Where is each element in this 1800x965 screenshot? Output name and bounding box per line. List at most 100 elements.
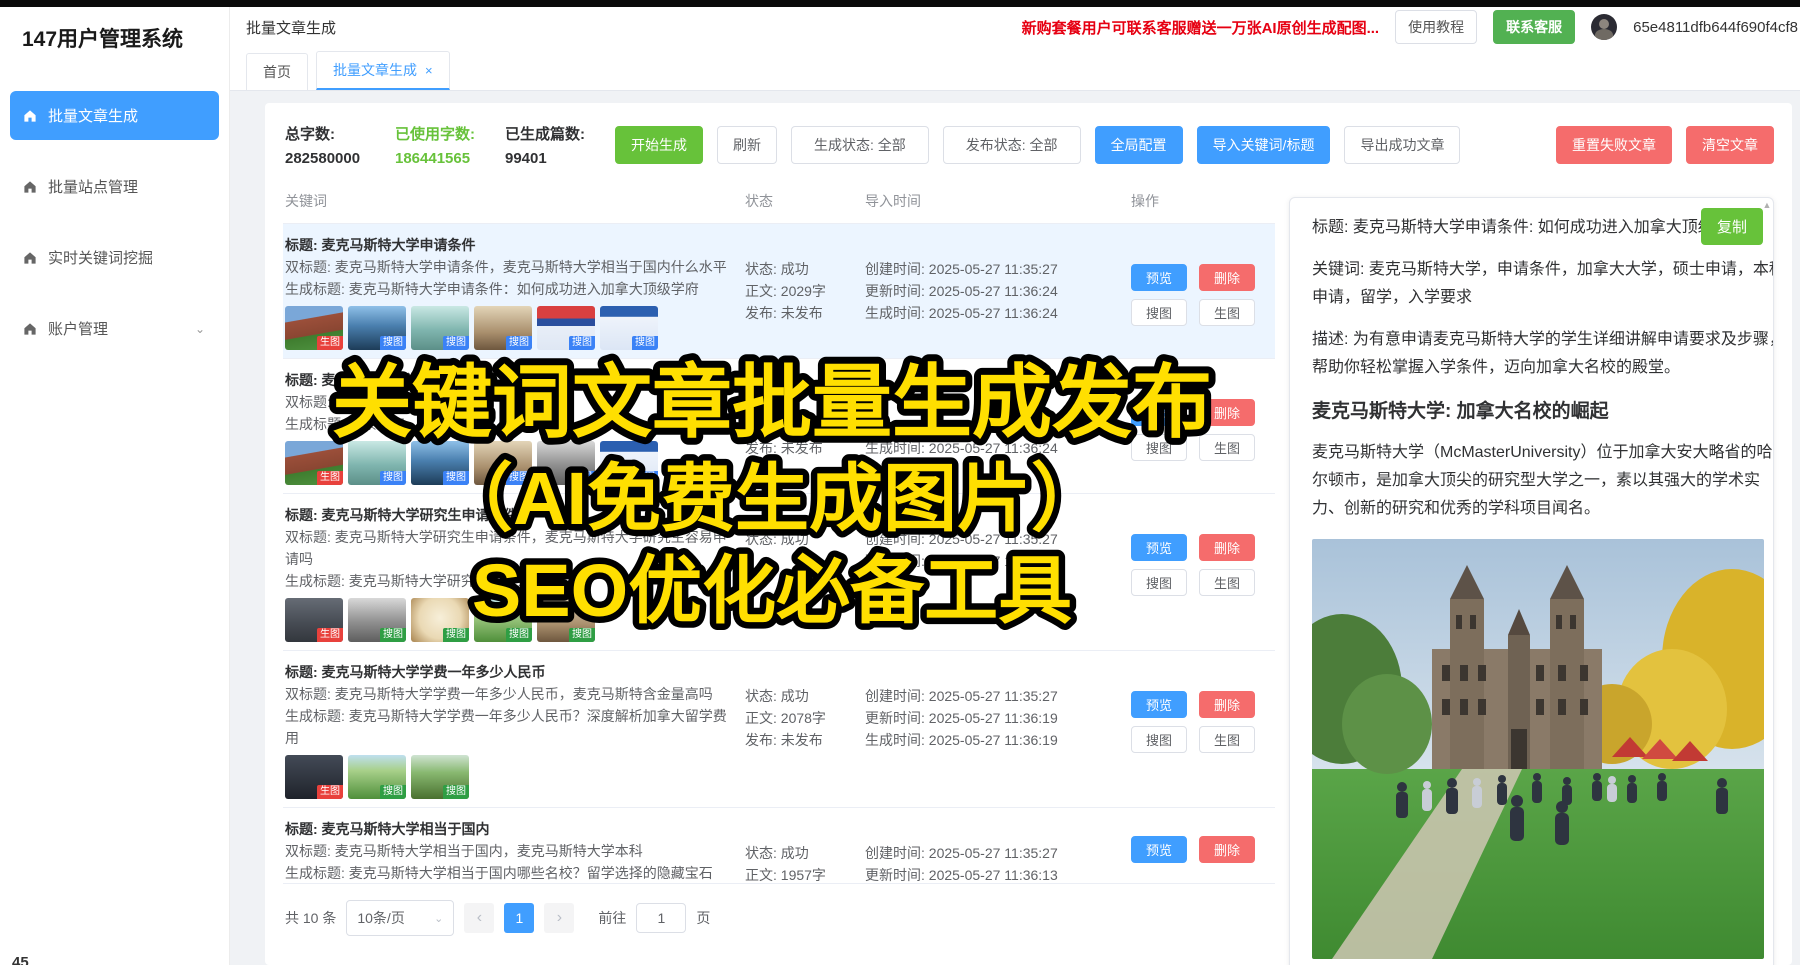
- refresh-button[interactable]: 刷新: [717, 126, 777, 164]
- preview-button[interactable]: 预览: [1131, 399, 1187, 426]
- row-publish-status: 发布: 未发布: [745, 729, 857, 751]
- delete-button[interactable]: 删除: [1199, 836, 1255, 863]
- table-row[interactable]: 标题: 麦克马斯特大学申请条件 双标题: 麦克马斯特大学申请条件，麦克马斯特大学…: [283, 224, 1275, 359]
- announcement-banner[interactable]: 新购套餐用户可联系客服赠送一万张AI原创生成配图...: [1022, 17, 1380, 38]
- search-image-button[interactable]: 搜图: [1131, 726, 1187, 753]
- thumbnail-tag: 搜图: [380, 336, 406, 350]
- article-thumbnail[interactable]: 搜图: [537, 441, 595, 485]
- preview-keywords: 关键词: 麦克马斯特大学，申请条件，加拿大大学，硕士申请，本科申请，留学，入学要…: [1312, 256, 1774, 312]
- article-thumbnail[interactable]: 生图: [285, 598, 343, 642]
- search-image-button[interactable]: 搜图: [1131, 299, 1187, 326]
- delete-button[interactable]: 删除: [1199, 691, 1255, 718]
- contact-support-button[interactable]: 联系客服: [1493, 10, 1575, 44]
- export-articles-button[interactable]: 导出成功文章: [1344, 126, 1460, 164]
- article-thumbnail[interactable]: 搜图: [411, 441, 469, 485]
- article-thumbnail[interactable]: 生图: [285, 755, 343, 799]
- thumbnail-tag: 搜图: [443, 628, 469, 642]
- preview-heading: 麦克马斯特大学: 加拿大名校的崛起: [1312, 396, 1759, 423]
- current-page-button[interactable]: 1: [504, 903, 534, 933]
- delete-button[interactable]: 删除: [1199, 399, 1255, 426]
- sidebar-item-account[interactable]: 账户管理 ⌄: [10, 304, 219, 353]
- table-header-row: 关键词 状态 导入时间 操作: [283, 181, 1275, 224]
- stat-label: 已生成篇数:: [505, 123, 601, 144]
- close-tab-icon[interactable]: ×: [425, 63, 433, 78]
- table-row[interactable]: 标题: 麦克马斯特大学 双标题: 麦克马斯特大 生成标题: 探索麦克 生图搜图搜…: [283, 359, 1275, 494]
- thumbnail-tag: 生图: [317, 336, 343, 350]
- generate-status-filter[interactable]: 生成状态: 全部: [791, 126, 929, 164]
- article-thumbnail[interactable]: 搜图: [600, 441, 658, 485]
- publish-status-filter[interactable]: 发布状态: 全部: [943, 126, 1081, 164]
- thumbnail-tag: 生图: [317, 628, 343, 642]
- page-size-value: 10条/页: [357, 908, 404, 928]
- copy-button[interactable]: 复制: [1701, 208, 1763, 245]
- article-thumbnail[interactable]: 搜图: [411, 306, 469, 350]
- generate-image-button[interactable]: 生图: [1199, 434, 1255, 461]
- delete-button[interactable]: 删除: [1199, 534, 1255, 561]
- article-thumbnail[interactable]: 搜图: [474, 306, 532, 350]
- article-thumbnail[interactable]: 搜图: [411, 598, 469, 642]
- row-created-time: 创建时间: 2025-05-27 11:35:27: [865, 258, 1123, 280]
- thumbnail-tag: 搜图: [380, 628, 406, 642]
- stat-value: 282580000: [285, 150, 381, 167]
- start-generate-button[interactable]: 开始生成: [615, 126, 703, 164]
- article-thumbnail[interactable]: 搜图: [348, 306, 406, 350]
- row-word-count: [745, 550, 857, 572]
- import-keywords-button[interactable]: 导入关键词/标题: [1197, 126, 1331, 164]
- row-generated-time: 生成时间: 2025-05-27 11:36:19: [865, 729, 1123, 751]
- thumbnail-tag: 搜图: [443, 471, 469, 485]
- table-row[interactable]: 标题: 麦克马斯特大学学费一年多少人民币 双标题: 麦克马斯特大学学费一年多少人…: [283, 651, 1275, 808]
- generate-image-button[interactable]: 生图: [1199, 569, 1255, 596]
- scrollbar[interactable]: ▲: [1762, 200, 1772, 965]
- delete-button[interactable]: 删除: [1199, 264, 1255, 291]
- row-created-time: 创建时间: 2025-05-27 11:35:27: [865, 842, 1123, 864]
- article-thumbnail[interactable]: 搜图: [474, 441, 532, 485]
- reset-failed-button[interactable]: 重置失败文章: [1556, 126, 1672, 164]
- thumbnail-tag: 搜图: [380, 471, 406, 485]
- article-thumbnail[interactable]: 搜图: [348, 598, 406, 642]
- generate-image-button[interactable]: 生图: [1199, 726, 1255, 753]
- article-thumbnail[interactable]: 搜图: [474, 598, 532, 642]
- article-gen-title: 生成标题: 探索麦克: [285, 413, 737, 435]
- preview-button[interactable]: 预览: [1131, 836, 1187, 863]
- search-image-button[interactable]: 搜图: [1131, 569, 1187, 596]
- article-thumbnail[interactable]: 搜图: [348, 755, 406, 799]
- row-status: 状态: 成功: [745, 258, 857, 280]
- sidebar-item-batch-article[interactable]: 批量文章生成: [10, 91, 219, 140]
- generate-image-button[interactable]: 生图: [1199, 299, 1255, 326]
- page-size-select[interactable]: 10条/页 ⌄: [346, 900, 454, 936]
- article-thumbnail[interactable]: 生图: [285, 306, 343, 350]
- preview-button[interactable]: 预览: [1131, 691, 1187, 718]
- thumbnail-tag: 生图: [317, 785, 343, 799]
- search-image-button[interactable]: 搜图: [1131, 434, 1187, 461]
- article-thumbnail[interactable]: 搜图: [411, 755, 469, 799]
- article-thumbnail[interactable]: 搜图: [537, 306, 595, 350]
- tab-home[interactable]: 首页: [246, 53, 308, 90]
- article-thumbnail[interactable]: 搜图: [348, 441, 406, 485]
- sidebar-item-batch-site[interactable]: 批量站点管理: [10, 162, 219, 211]
- table-row[interactable]: 标题: 麦克马斯特大学相当于国内 双标题: 麦克马斯特大学相当于国内，麦克马斯特…: [283, 808, 1275, 884]
- article-dual-title: 双标题: 麦克马斯特大学相当于国内，麦克马斯特大学本科: [285, 840, 737, 862]
- tab-bar: 首页 批量文章生成 ×: [230, 47, 1800, 91]
- article-thumbnail[interactable]: 搜图: [537, 598, 595, 642]
- clear-articles-button[interactable]: 清空文章: [1686, 126, 1774, 164]
- article-thumbnail[interactable]: 生图: [285, 441, 343, 485]
- next-page-button[interactable]: ›: [544, 903, 574, 933]
- prev-page-button[interactable]: ‹: [464, 903, 494, 933]
- preview-button[interactable]: 预览: [1131, 264, 1187, 291]
- preview-button[interactable]: 预览: [1131, 534, 1187, 561]
- col-header-status: 状态: [745, 191, 857, 211]
- tab-batch-article[interactable]: 批量文章生成 ×: [316, 51, 450, 90]
- col-header-keyword: 关键词: [285, 191, 737, 211]
- goto-page-input[interactable]: [636, 903, 686, 933]
- global-config-button[interactable]: 全局配置: [1095, 126, 1183, 164]
- article-table: 关键词 状态 导入时间 操作 标题: 麦克马斯特大学申请条件 双标题: 麦克马斯…: [283, 181, 1275, 965]
- sidebar-item-keyword-mining[interactable]: 实时关键词挖掘: [10, 233, 219, 282]
- avatar[interactable]: [1591, 14, 1617, 40]
- tutorial-button[interactable]: 使用教程: [1395, 10, 1477, 44]
- article-thumbnail[interactable]: 搜图: [600, 306, 658, 350]
- page-unit-label: 页: [696, 908, 710, 928]
- chevron-down-icon: ⌄: [434, 912, 443, 925]
- stat-value: 99401: [505, 150, 601, 167]
- table-row[interactable]: 标题: 麦克马斯特大学研究生申请条件 双标题: 麦克马斯特大学研究生申请条件，麦…: [283, 494, 1275, 651]
- thumbnail-tag: 搜图: [569, 471, 595, 485]
